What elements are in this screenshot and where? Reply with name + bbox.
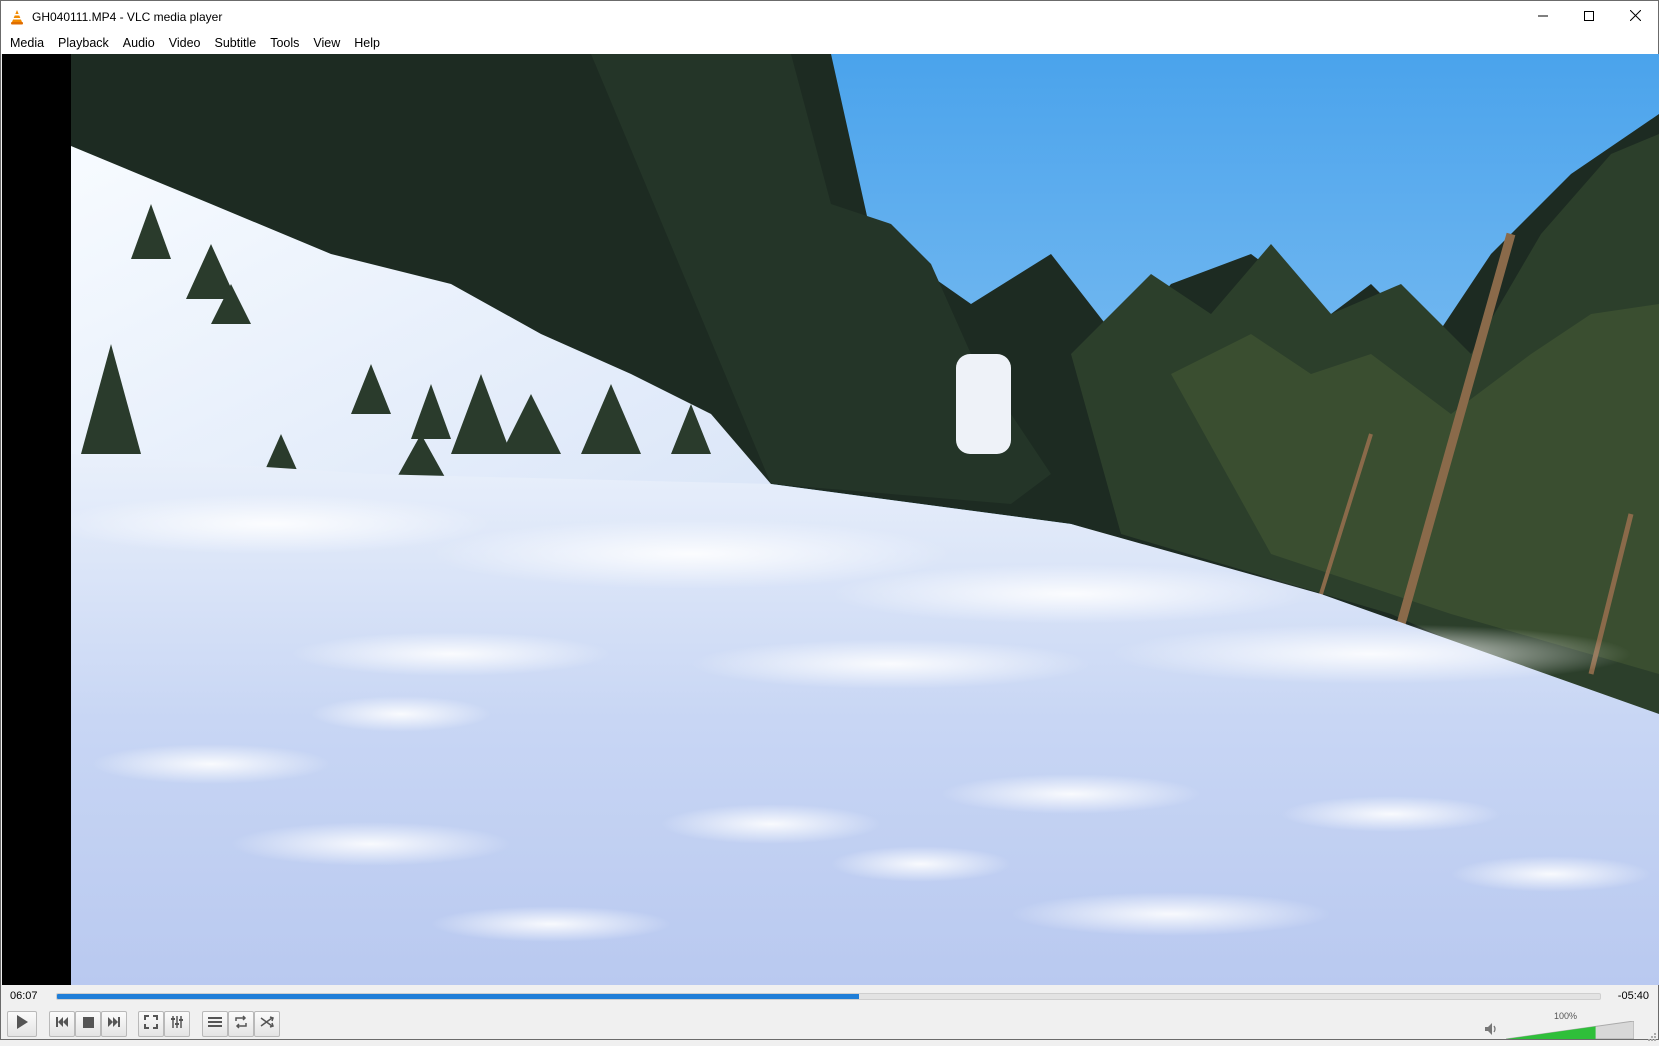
window-controls <box>1520 1 1658 32</box>
next-icon <box>107 1015 121 1033</box>
playlist-icon <box>208 1015 222 1033</box>
menu-playback[interactable]: Playback <box>51 33 116 53</box>
maximize-button[interactable] <box>1566 1 1612 32</box>
menu-view[interactable]: View <box>306 33 347 53</box>
previous-icon <box>55 1015 69 1033</box>
vlc-window: GH040111.MP4 - VLC media player Media Pl… <box>0 0 1659 1041</box>
stop-button[interactable] <box>75 1011 101 1037</box>
shuffle-icon <box>260 1015 274 1034</box>
previous-button[interactable] <box>49 1011 75 1037</box>
stop-icon <box>82 1015 94 1033</box>
menu-audio[interactable]: Audio <box>116 33 162 53</box>
loop-button[interactable] <box>228 1011 254 1037</box>
fullscreen-button[interactable] <box>138 1011 164 1037</box>
close-button[interactable] <box>1612 1 1658 32</box>
menu-tools[interactable]: Tools <box>263 33 306 53</box>
window-title: GH040111.MP4 - VLC media player <box>32 9 223 24</box>
title-bar[interactable]: GH040111.MP4 - VLC media player <box>1 1 1658 32</box>
seek-progress <box>57 994 860 999</box>
volume-label: 100% <box>1554 1011 1578 1021</box>
minimize-icon <box>1538 8 1548 26</box>
remaining-time[interactable]: -05:40 <box>1618 990 1649 1002</box>
seek-row: 06:07 -05:40 <box>1 987 1658 1007</box>
extended-settings-button[interactable] <box>164 1011 190 1037</box>
extended-settings-icon <box>170 1015 184 1034</box>
controls-row: 100% <box>1 1007 1658 1041</box>
playlist-button[interactable] <box>202 1011 228 1037</box>
menu-subtitle[interactable]: Subtitle <box>208 33 264 53</box>
video-area[interactable] <box>2 54 1659 985</box>
volume-slider[interactable] <box>1506 1021 1634 1039</box>
play-button[interactable] <box>7 1011 37 1037</box>
menu-help[interactable]: Help <box>347 33 387 53</box>
minimize-button[interactable] <box>1520 1 1566 32</box>
maximize-icon <box>1584 8 1594 26</box>
elapsed-time[interactable]: 06:07 <box>10 990 38 1002</box>
menu-media[interactable]: Media <box>3 33 51 53</box>
loop-icon <box>234 1014 248 1034</box>
vlc-cone-icon <box>9 9 25 25</box>
close-icon <box>1629 8 1641 26</box>
play-icon <box>15 1014 29 1035</box>
fullscreen-icon <box>144 1014 158 1034</box>
speaker-icon[interactable] <box>1484 1022 1500 1041</box>
video-frame <box>71 54 1659 985</box>
next-button[interactable] <box>101 1011 127 1037</box>
shuffle-button[interactable] <box>254 1011 280 1037</box>
volume-control: 100% <box>1484 1011 1644 1041</box>
menu-bar: Media Playback Audio Video Subtitle Tool… <box>1 32 1658 54</box>
menu-video[interactable]: Video <box>162 33 208 53</box>
seek-slider[interactable] <box>56 993 1601 1000</box>
resize-grip-icon[interactable] <box>1646 1028 1656 1041</box>
